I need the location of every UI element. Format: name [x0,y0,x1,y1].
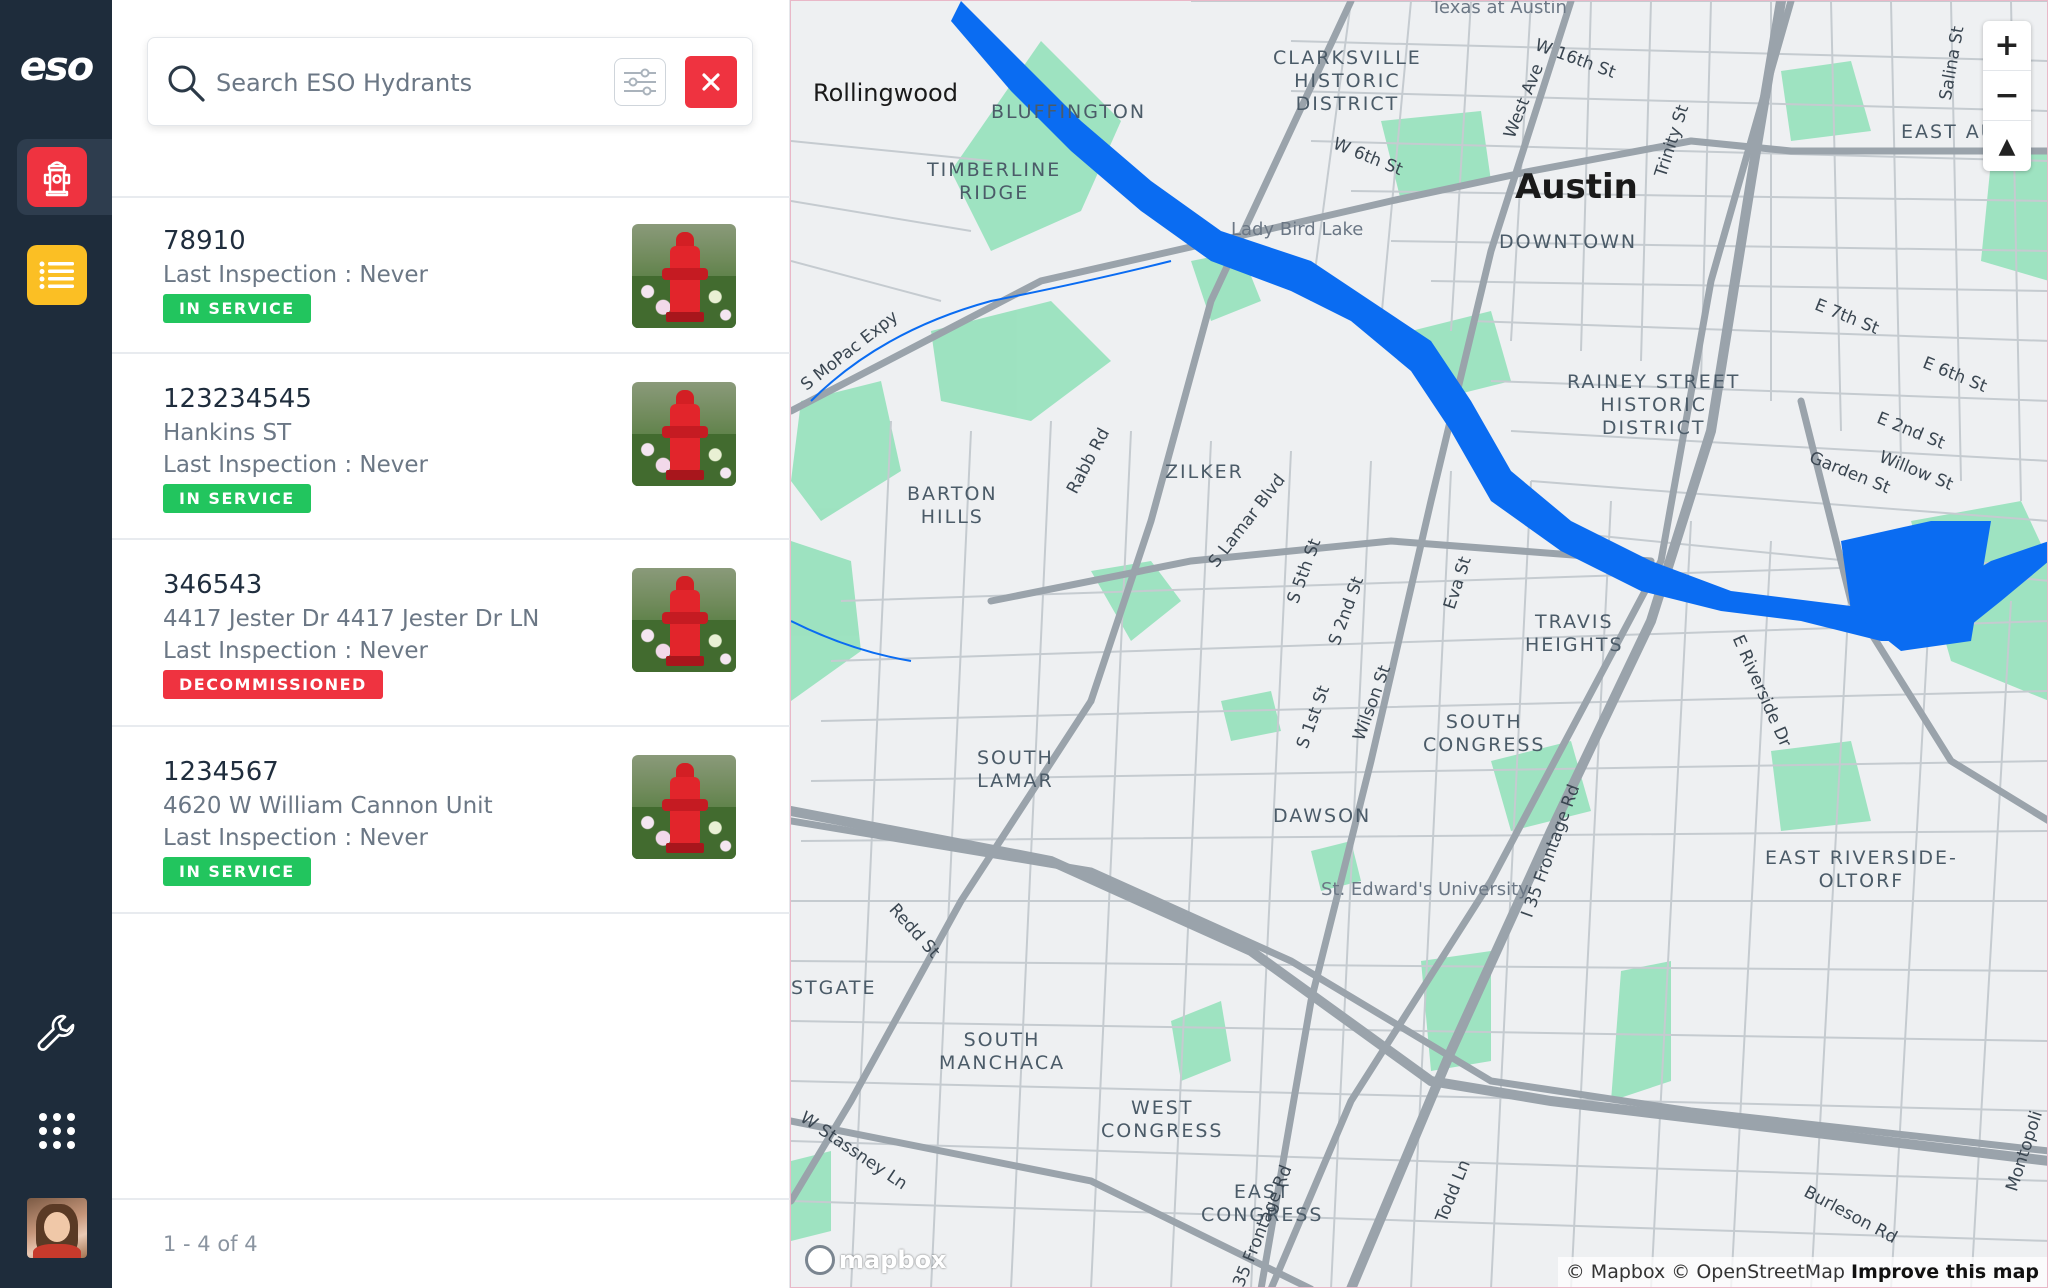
filter-button[interactable] [614,58,666,106]
zoom-out-button[interactable]: − [1983,71,2031,121]
map-label-timberline: TIMBERLINE RIDGE [927,159,1062,204]
map-label-south-congress: SOUTH CONGRESS [1423,711,1546,756]
last-inspection: Last Inspection : Never [163,262,428,288]
map-label-travis-heights: TRAVIS HEIGHTS [1525,611,1624,656]
map-view[interactable]: Rollingwood Austin BLUFFINGTON CLARKSVIL… [790,0,2048,1288]
zoom-in-button[interactable]: + [1983,21,2031,71]
map-label-rainey: RAINEY STREET HISTORIC DISTRICT [1567,371,1741,439]
list-icon [39,261,74,289]
status-badge: DECOMMISSIONED [163,670,383,699]
status-badge: IN SERVICE [163,484,311,513]
map-label-dawson: DAWSON [1273,805,1372,827]
wrench-icon [37,1014,75,1051]
map-label-rollingwood: Rollingwood [813,79,958,107]
hydrant-list-item[interactable]: 78910 Last Inspection : Never IN SERVICE [112,198,790,354]
map-label-barton-hills: BARTON HILLS [907,483,998,528]
hydrant-list-item[interactable]: 1234567 4620 W William Cannon Unit Last … [112,727,790,914]
fire-hydrant-icon [43,161,71,197]
apps-grid-icon [39,1113,75,1149]
hydrant-thumbnail [632,568,736,672]
hydrant-address: 4620 W William Cannon Unit [163,793,493,819]
nav-tools-button[interactable] [27,1004,87,1064]
map-label-austin: Austin [1515,167,1638,207]
sliders-icon [624,68,656,96]
last-inspection: Last Inspection : Never [163,638,428,664]
mapbox-logo-icon [805,1245,835,1275]
pagination-text: 1 - 4 of 4 [163,1232,258,1256]
hydrant-thumbnail [632,382,736,486]
hydrant-id: 1234567 [163,757,279,787]
map-attribution: © Mapbox © OpenStreetMap Improve this ma… [1557,1257,2047,1287]
map-label-zilker: ZILKER [1165,461,1244,483]
compass-button[interactable]: ▲ [1983,121,2031,171]
compass-icon: ▲ [1998,133,2016,159]
nav-list-button[interactable] [27,245,87,305]
hydrant-address: Hankins ST [163,420,292,446]
hydrant-thumbnail [632,755,736,859]
map-label-south-manchaca: SOUTH MANCHACA [939,1029,1066,1074]
search-bar [147,37,753,126]
hydrant-id: 346543 [163,570,263,600]
close-icon [702,73,720,91]
hydrant-id: 78910 [163,226,246,256]
hydrant-thumbnail [632,224,736,328]
map-label-texas-at-austin: Texas at Austin [1431,0,1567,18]
map-label-downtown: DOWNTOWN [1499,231,1638,253]
clear-search-button[interactable] [685,56,737,108]
map-label-south-lamar: SOUTH LAMAR [977,747,1054,792]
hydrant-address: 4417 Jester Dr 4417 Jester Dr LN [163,606,540,632]
mapbox-logo[interactable]: mapbox [805,1245,947,1275]
map-label-clarksville: CLARKSVILLE HISTORIC DISTRICT [1273,47,1422,115]
search-input[interactable] [216,64,576,102]
map-label-lady-bird-lake: Lady Bird Lake [1231,219,1364,240]
map-label-east-riverside: EAST RIVERSIDE- OLTORF [1765,847,1958,892]
user-avatar[interactable] [27,1198,87,1258]
status-badge: IN SERVICE [163,857,311,886]
improve-map-link[interactable]: Improve this map [1851,1261,2039,1283]
eso-logo: eso [19,44,94,90]
footer-divider [112,1198,790,1200]
search-icon [168,65,205,102]
map-label-west-congress: WEST CONGRESS [1101,1097,1224,1142]
last-inspection: Last Inspection : Never [163,825,428,851]
hydrant-list-item[interactable]: 123234545 Hankins ST Last Inspection : N… [112,354,790,540]
map-label-westgate: STGATE [791,977,877,999]
nav-apps-button[interactable] [27,1101,87,1161]
hydrant-list-item[interactable]: 346543 4417 Jester Dr 4417 Jester Dr LN … [112,540,790,727]
hydrant-id: 123234545 [163,384,312,414]
attribution-text[interactable]: © Mapbox © OpenStreetMap [1566,1261,1845,1283]
hydrant-list-panel: 78910 Last Inspection : Never IN SERVICE… [112,0,790,1288]
map-label-st-edwards: St. Edward's University [1321,879,1529,900]
map-zoom-controls: + − ▲ [1983,21,2031,171]
nav-hydrants-button[interactable] [27,147,87,207]
last-inspection: Last Inspection : Never [163,452,428,478]
map-label-bluffington: BLUFFINGTON [991,101,1147,123]
nav-rail: eso [0,0,113,1288]
status-badge: IN SERVICE [163,294,311,323]
